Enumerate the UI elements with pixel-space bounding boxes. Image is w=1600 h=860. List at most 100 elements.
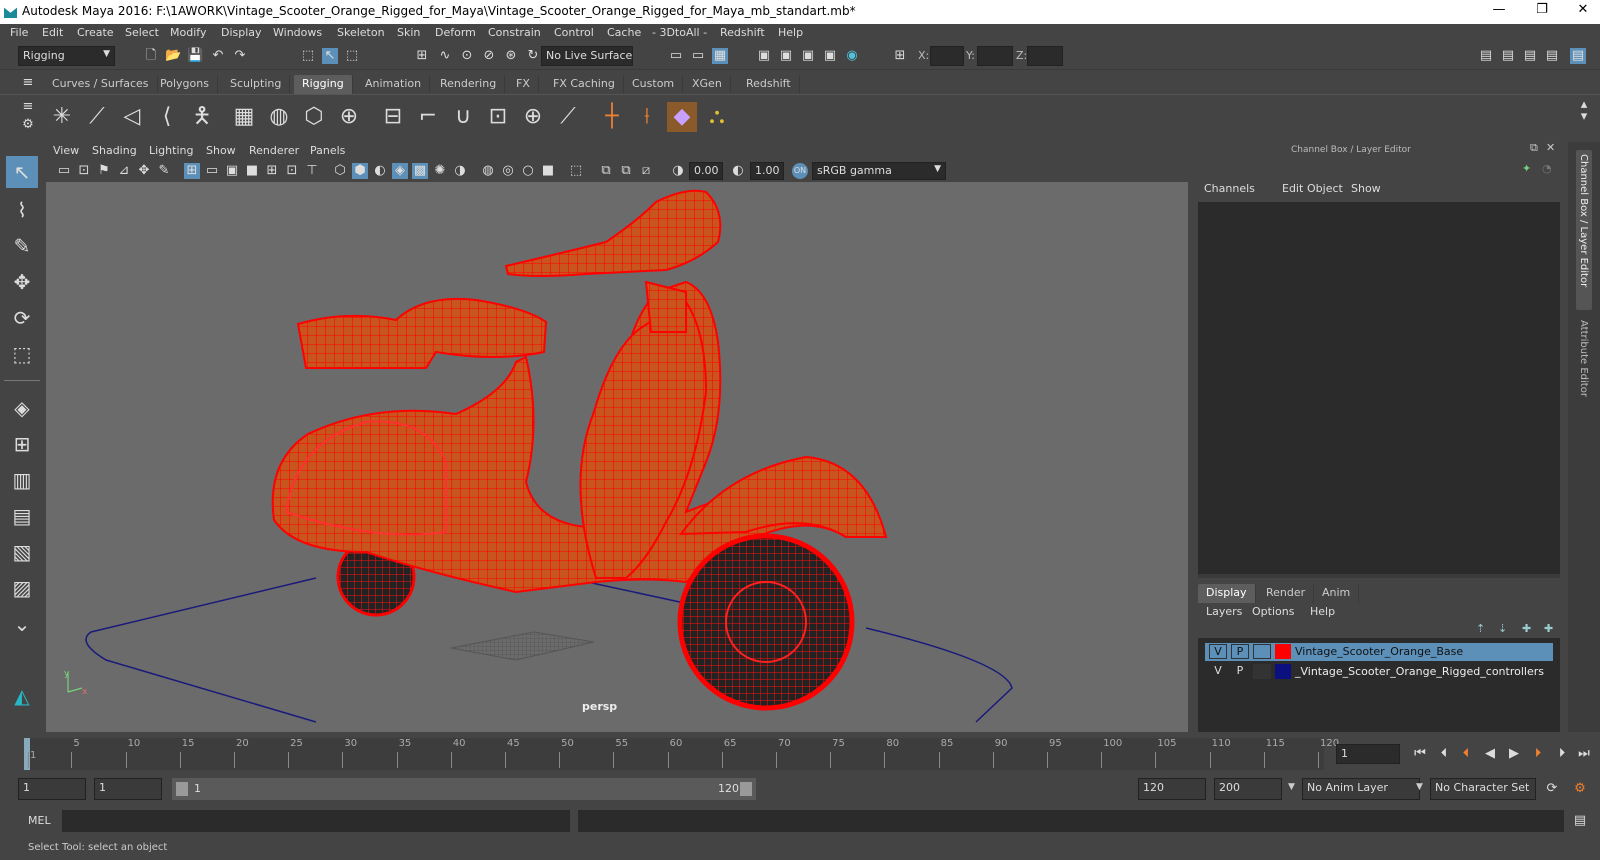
- grid-toggle-icon[interactable]: ⊞: [184, 163, 200, 179]
- perspective-viewport[interactable]: y x persp: [46, 182, 1188, 732]
- cb-menu-channels[interactable]: Channels: [1204, 182, 1255, 195]
- y-field[interactable]: [977, 46, 1013, 66]
- xray-components-icon[interactable]: ⧄: [638, 163, 654, 179]
- anim-start-field[interactable]: 1: [18, 778, 86, 800]
- bookmark-icon[interactable]: ⚑: [96, 163, 112, 179]
- panel-float-icon[interactable]: ⧉: [1530, 141, 1538, 155]
- z-field[interactable]: [1027, 46, 1063, 66]
- persp-graph-layout-icon[interactable]: ▤: [6, 500, 38, 532]
- shadows-icon[interactable]: ◑: [452, 163, 468, 179]
- snap-grid-icon[interactable]: ⊞: [414, 48, 430, 64]
- textured-icon[interactable]: ▩: [412, 163, 428, 179]
- chevron-down-icon[interactable]: ▼: [1416, 782, 1423, 792]
- step-back-key-icon[interactable]: ⏴: [1458, 746, 1474, 762]
- four-view-layout-icon[interactable]: ⊞: [6, 428, 38, 460]
- isolate-select-icon[interactable]: ⬚: [568, 163, 584, 179]
- le-menu-layers[interactable]: Layers: [1206, 605, 1242, 618]
- parent-constraint-icon[interactable]: ⊟: [378, 102, 408, 132]
- menu-create[interactable]: Create: [77, 26, 114, 39]
- cb-menu-show[interactable]: Show: [1351, 182, 1381, 195]
- new-layer-icon[interactable]: ✚: [1522, 622, 1531, 635]
- gamma-field[interactable]: 1.00: [750, 162, 784, 180]
- animation-preferences-icon[interactable]: ⚙: [1572, 781, 1588, 797]
- redo-icon[interactable]: ↷: [232, 48, 248, 64]
- select-hierarchy-icon[interactable]: ⬚: [300, 48, 316, 64]
- paint-select-tool-icon[interactable]: ✎: [6, 230, 38, 262]
- single-perspective-layout-icon[interactable]: ◈: [6, 392, 38, 424]
- safe-title-icon[interactable]: ⊤: [304, 163, 320, 179]
- scale-tool-icon[interactable]: ⬚: [6, 338, 38, 370]
- render-view-icon[interactable]: ▣: [756, 48, 772, 64]
- orient-constraint-icon[interactable]: ∪: [448, 102, 478, 132]
- gamma-icon[interactable]: ◐: [730, 163, 746, 179]
- layer-visibility-toggle[interactable]: V: [1209, 644, 1227, 659]
- locator-plus-icon[interactable]: ⟊: [632, 102, 662, 132]
- cluster-icon[interactable]: ⊕: [334, 102, 364, 132]
- use-all-lights-icon[interactable]: ✺: [432, 163, 448, 179]
- layer-name[interactable]: _Vintage_Scooter_Orange_Rigged_controlle…: [1295, 665, 1544, 678]
- script-editor-icon[interactable]: ▤: [1572, 813, 1588, 829]
- exposure-field[interactable]: 0.00: [689, 162, 723, 180]
- move-layer-down-icon[interactable]: ⇣: [1498, 622, 1507, 635]
- layer-playback-toggle[interactable]: P: [1231, 664, 1249, 679]
- menu-select[interactable]: Select: [125, 26, 159, 39]
- snap-view-icon[interactable]: ⊘: [481, 48, 497, 64]
- chevron-down-icon[interactable]: ▼: [1288, 782, 1295, 792]
- persp-outliner-layout-icon[interactable]: ▥: [6, 464, 38, 496]
- shelf-menu-icon[interactable]: ≡: [20, 75, 36, 91]
- select-tool-icon[interactable]: ↖: [6, 156, 38, 188]
- smooth-shade-icon[interactable]: ⬢: [352, 163, 368, 179]
- menu-cache[interactable]: Cache: [607, 26, 641, 39]
- film-gate-icon[interactable]: ▭: [204, 163, 220, 179]
- vp-menu-panels[interactable]: Panels: [310, 144, 345, 157]
- motion-blur-icon[interactable]: ◎: [500, 163, 516, 179]
- safe-action-icon[interactable]: ⊡: [284, 163, 300, 179]
- scene-tool-icon[interactable]: ◆: [667, 102, 697, 132]
- point-constraint-icon[interactable]: ⌐: [413, 102, 443, 132]
- xray-icon[interactable]: ⧉: [598, 163, 614, 179]
- x-field[interactable]: [930, 46, 964, 66]
- insert-joint-icon[interactable]: ⟋: [82, 102, 112, 132]
- field-chart-icon[interactable]: ⊞: [264, 163, 280, 179]
- two-d-pan-icon[interactable]: ✥: [136, 163, 152, 179]
- menu-edit[interactable]: Edit: [42, 26, 63, 39]
- le-menu-options[interactable]: Options: [1252, 605, 1294, 618]
- panel-splitter[interactable]: [1198, 574, 1560, 578]
- menu-redshift[interactable]: Redshift: [720, 26, 765, 39]
- mel-input[interactable]: [62, 810, 570, 832]
- mel-label[interactable]: MEL: [28, 814, 51, 827]
- go-to-end-icon[interactable]: ⏭: [1576, 746, 1592, 762]
- render-settings-icon[interactable]: ▣: [822, 48, 838, 64]
- gate-mask-icon[interactable]: ■: [244, 163, 260, 179]
- step-forward-frame-icon[interactable]: ⏵: [1554, 746, 1570, 762]
- layer-row[interactable]: V P _Vintage_Scooter_Orange_Rigged_contr…: [1205, 663, 1553, 681]
- play-backwards-icon[interactable]: ◀: [1482, 746, 1498, 762]
- menu-modify[interactable]: Modify: [170, 26, 206, 39]
- tab-fx[interactable]: FX: [508, 75, 539, 94]
- transform-mode-icon[interactable]: ⊞: [892, 48, 908, 64]
- menu-set-dropdown[interactable]: Rigging ▼: [18, 46, 115, 66]
- aim-constraint-icon[interactable]: ⊕: [518, 102, 548, 132]
- menu-3dtoall[interactable]: - 3DtoAll -: [652, 26, 707, 39]
- tab-curves-surfaces[interactable]: Curves / Surfaces: [44, 75, 158, 94]
- persp-uv-layout-icon[interactable]: ▨: [6, 572, 38, 604]
- minimize-button[interactable]: —: [1484, 2, 1514, 22]
- side-tab-channel-box[interactable]: Channel Box / Layer Editor: [1576, 150, 1592, 310]
- go-to-start-icon[interactable]: ⏮: [1412, 746, 1428, 762]
- tab-rendering[interactable]: Rendering: [432, 75, 506, 94]
- handlebar-headlight[interactable]: [504, 189, 722, 277]
- anti-aliasing-icon[interactable]: ○: [520, 163, 536, 179]
- create-joints-icon[interactable]: ✳: [47, 102, 77, 132]
- lasso-tool-icon[interactable]: ⌇: [6, 194, 38, 226]
- new-scene-icon[interactable]: 🗋: [143, 48, 159, 64]
- shelf-collapse-icon[interactable]: ≡: [20, 99, 36, 115]
- locator-icon[interactable]: ┼: [597, 102, 627, 132]
- layer-visibility-toggle[interactable]: V: [1209, 664, 1227, 679]
- cb-menu-edit[interactable]: Edit: [1282, 182, 1303, 195]
- tab-display[interactable]: Display: [1198, 584, 1256, 603]
- default-material-icon[interactable]: ◐: [372, 163, 388, 179]
- color-management-icon[interactable]: ON: [792, 163, 808, 179]
- tab-redshift[interactable]: Redshift: [738, 75, 800, 94]
- bind-skin-icon[interactable]: ▦: [229, 102, 259, 132]
- cb-menu-object[interactable]: Object: [1307, 182, 1343, 195]
